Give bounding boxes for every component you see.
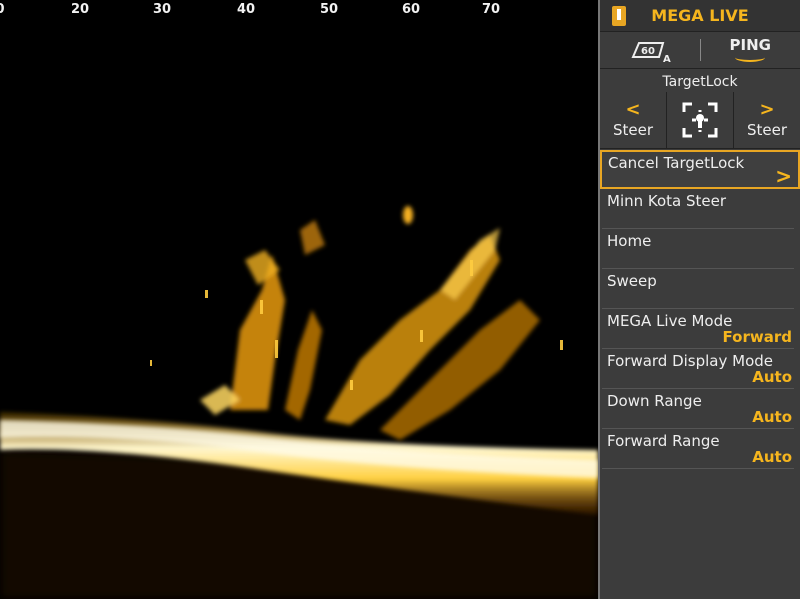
menu-item-value: Auto: [752, 448, 792, 466]
depth-tick: 70: [481, 2, 501, 17]
chevron-right-icon: >: [775, 164, 792, 188]
ping-button[interactable]: PING: [701, 38, 800, 62]
mega-live-logo-icon: [612, 5, 626, 26]
steer-right-label: Steer: [746, 121, 788, 139]
menu-item-sweep[interactable]: Sweep: [602, 269, 794, 309]
menu-item-label: Forward Range: [607, 432, 720, 450]
range-auto-button[interactable]: 60 A: [600, 37, 700, 63]
menu-item-minn-kota-steer[interactable]: Minn Kota Steer: [602, 189, 794, 229]
ping-label: PING: [729, 36, 771, 54]
menu-item-label: Forward Display Mode: [607, 352, 774, 370]
steer-right-button[interactable]: > Steer: [734, 92, 800, 148]
menu-item-cancel-targetlock[interactable]: Cancel TargetLock >: [600, 150, 800, 189]
menu-item-mega-live-mode[interactable]: MEGA Live Mode Forward: [602, 309, 794, 349]
menu-item-value: Auto: [752, 368, 792, 386]
menu-item-label: Home: [607, 232, 652, 250]
menu-item-label: Down Range: [607, 392, 702, 410]
ping-wave-icon: [735, 53, 766, 62]
depth-tick: 50: [319, 2, 339, 17]
range-icon: 60 A: [631, 42, 671, 63]
menu-item-label: Sweep: [607, 272, 657, 290]
chevron-left-icon: <: [625, 99, 641, 120]
targetlock-label: TargetLock: [662, 74, 738, 90]
steer-left-button[interactable]: < Steer: [600, 92, 666, 148]
depth-tick: 30: [152, 2, 172, 17]
menu-item-value: Forward: [722, 328, 792, 346]
menu-item-home[interactable]: Home: [602, 229, 794, 269]
svg-text:A: A: [663, 54, 671, 63]
mega-live-menu-panel: MEGA LIVE 60 A PING TargetLock < Steer >…: [600, 0, 800, 599]
svg-text:60: 60: [641, 46, 655, 57]
menu-item-forward-display-mode[interactable]: Forward Display Mode Auto: [602, 349, 794, 389]
targetlock-icon: [682, 102, 718, 138]
depth-tick: 20: [70, 2, 90, 17]
menu-item-value: Auto: [752, 408, 792, 426]
menu-item-down-range[interactable]: Down Range Auto: [602, 389, 794, 429]
steer-left-label: Steer: [612, 121, 654, 139]
sonar-returns: [0, 206, 598, 599]
depth-tick: 60: [401, 2, 421, 17]
panel-title: MEGA LIVE: [651, 6, 749, 25]
panel-header: MEGA LIVE: [600, 0, 800, 32]
live-sonar-view[interactable]: 0 20 30 40 50 60 70: [0, 0, 598, 599]
menu-item-label: Cancel TargetLock: [608, 154, 745, 172]
menu-item-label: Minn Kota Steer: [607, 192, 727, 210]
menu-item-forward-range[interactable]: Forward Range Auto: [602, 429, 794, 469]
depth-tick: 40: [236, 2, 256, 17]
chevron-right-icon: >: [759, 99, 775, 120]
steer-controls: < Steer > Steer: [600, 92, 800, 149]
brush-pile-return: [200, 206, 540, 440]
menu-item-label: MEGA Live Mode: [607, 312, 733, 330]
depth-tick: 0: [0, 2, 5, 17]
quick-controls-row: 60 A PING: [600, 32, 800, 69]
targetlock-button[interactable]: [666, 92, 734, 148]
